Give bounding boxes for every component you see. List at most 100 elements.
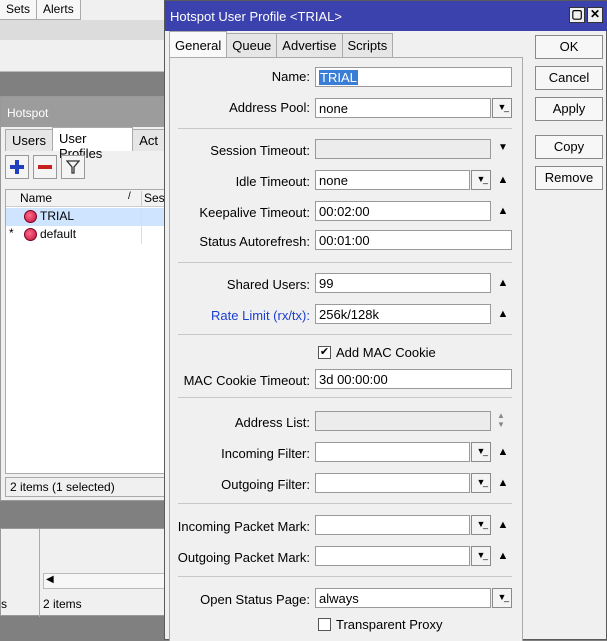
add-button[interactable]: [5, 155, 29, 179]
dialog-title[interactable]: Hotspot User Profile <TRIAL>: [165, 1, 607, 31]
column-name[interactable]: Name: [20, 191, 52, 205]
expand-down-icon[interactable]: ▼: [498, 142, 508, 153]
collapse-up-icon[interactable]: ▲: [496, 174, 510, 186]
idle-timeout-input[interactable]: none: [315, 170, 470, 190]
close-icon[interactable]: ✕: [587, 7, 603, 23]
collapse-up-icon[interactable]: ▲: [496, 277, 510, 289]
mac-cookie-timeout-label: MAC Cookie Timeout:: [183, 373, 310, 388]
list-item[interactable]: * default: [6, 226, 167, 244]
name-input[interactable]: TRIAL: [315, 67, 512, 87]
collapse-up-icon[interactable]: ▲: [496, 308, 510, 320]
hotspot-window-title[interactable]: Hotspot: [1, 97, 166, 127]
outgoing-filter-label: Outgoing Filter:: [221, 477, 310, 492]
copy-button[interactable]: Copy: [535, 135, 603, 159]
separator: [178, 576, 512, 577]
separator: [178, 503, 512, 504]
tab-user-profiles[interactable]: User Profiles: [51, 127, 134, 161]
hotspot-toolbar: [5, 155, 85, 185]
background-toolbar: [0, 20, 165, 40]
open-status-page-label: Open Status Page:: [200, 592, 310, 607]
transparent-proxy-label: Transparent Proxy: [336, 617, 443, 632]
collapse-up-icon[interactable]: ▲: [496, 477, 510, 489]
add-mac-cookie-label: Add MAC Cookie: [336, 345, 436, 360]
status-left: s: [1, 597, 7, 611]
tab-general[interactable]: General: [169, 31, 228, 57]
ok-button[interactable]: OK: [535, 35, 603, 59]
separator: [178, 128, 512, 129]
transparent-proxy-checkbox[interactable]: [318, 618, 331, 631]
incoming-packet-mark-input[interactable]: [315, 515, 470, 535]
outgoing-packet-mark-input[interactable]: [315, 546, 470, 566]
tab-active[interactable]: Act: [132, 129, 165, 151]
row-divider: [141, 208, 142, 226]
incoming-filter-label: Incoming Filter:: [221, 446, 310, 461]
outgoing-filter-dropdown-icon[interactable]: ▼̲: [471, 473, 491, 493]
row-marker: *: [9, 226, 14, 240]
profiles-list: Name / Sess TRIAL * default: [5, 189, 171, 474]
separator: [178, 334, 512, 335]
list-item[interactable]: TRIAL: [6, 208, 167, 226]
collapse-up-icon[interactable]: ▲: [496, 446, 510, 458]
filter-button[interactable]: [61, 155, 85, 179]
collapse-up-icon[interactable]: ▲: [496, 205, 510, 217]
cancel-button[interactable]: Cancel: [535, 66, 603, 90]
status-bar: 2 items (1 selected): [5, 477, 166, 497]
tab-users[interactable]: Users: [5, 129, 53, 151]
open-status-page-dropdown-icon[interactable]: ▼̲: [492, 588, 512, 608]
rate-limit-input[interactable]: 256k/128k: [315, 304, 491, 324]
row-name: TRIAL: [40, 209, 75, 223]
background-window: Sets Alerts: [0, 0, 165, 72]
outgoing-filter-input[interactable]: [315, 473, 470, 493]
background-tabs: Sets Alerts: [0, 0, 81, 20]
incoming-filter-input[interactable]: [315, 442, 470, 462]
session-timeout-label: Session Timeout:: [210, 143, 310, 158]
tab-sets[interactable]: Sets: [0, 0, 38, 20]
tab-alerts[interactable]: Alerts: [37, 0, 81, 20]
mac-cookie-timeout-input[interactable]: 3d 00:00:00: [315, 369, 512, 389]
minus-icon: [38, 165, 52, 169]
outgoing-packet-mark-dropdown-icon[interactable]: ▼̲: [471, 546, 491, 566]
status-autorefresh-input[interactable]: 00:01:00: [315, 230, 512, 250]
address-list-label: Address List:: [234, 415, 310, 430]
outgoing-packet-mark-label: Outgoing Packet Mark:: [177, 550, 310, 565]
apply-button[interactable]: Apply: [535, 97, 603, 121]
row-name: default: [40, 227, 77, 241]
address-pool-label: Address Pool:: [229, 100, 310, 115]
address-list-input[interactable]: [315, 411, 491, 431]
pane-divider: [39, 529, 40, 617]
up-down-icon[interactable]: ▲ ▼: [497, 411, 505, 429]
session-timeout-input[interactable]: [315, 139, 491, 159]
separator: [178, 397, 512, 398]
address-pool-dropdown-icon[interactable]: ▼̲: [492, 98, 512, 118]
name-label: Name:: [271, 69, 310, 84]
keepalive-timeout-input[interactable]: 00:02:00: [315, 201, 491, 221]
open-status-page-select[interactable]: always: [315, 588, 491, 608]
sort-icon: /: [128, 191, 131, 202]
dialog-tabs: General Queue Advertise Scripts: [169, 31, 394, 57]
restore-icon[interactable]: ▢: [569, 7, 585, 23]
hotspot-tabs: Users User Profiles Act: [5, 127, 165, 161]
shared-users-label: Shared Users:: [226, 277, 310, 292]
name-value: TRIAL: [319, 70, 358, 85]
tab-scripts[interactable]: Scripts: [341, 33, 394, 57]
remove-profile-button[interactable]: Remove: [535, 166, 603, 190]
incoming-filter-dropdown-icon[interactable]: ▼̲: [471, 442, 491, 462]
hotspot-window: Hotspot Users User Profiles Act Name / S…: [0, 96, 171, 501]
scroll-left-icon[interactable]: ◀: [46, 574, 54, 585]
collapse-up-icon[interactable]: ▲: [496, 550, 510, 562]
rate-limit-label: Rate Limit (rx/tx):: [211, 308, 310, 323]
funnel-icon: [66, 160, 80, 174]
idle-timeout-dropdown-icon[interactable]: ▼̲: [471, 170, 491, 190]
add-mac-cookie-checkbox[interactable]: ✔: [318, 346, 331, 359]
shared-users-input[interactable]: 99: [315, 273, 491, 293]
bottom-pane: ◀ s 2 items: [0, 528, 166, 617]
collapse-up-icon[interactable]: ▲: [496, 519, 510, 531]
tab-advertise[interactable]: Advertise: [276, 33, 343, 57]
user-profile-dialog: Hotspot User Profile <TRIAL> ▢ ✕ General…: [164, 0, 607, 641]
tab-queue[interactable]: Queue: [226, 33, 278, 57]
idle-timeout-label: Idle Timeout:: [235, 174, 310, 189]
address-pool-select[interactable]: none: [315, 98, 491, 118]
incoming-packet-mark-dropdown-icon[interactable]: ▼̲: [471, 515, 491, 535]
remove-button[interactable]: [33, 155, 57, 179]
horizontal-scrollbar[interactable]: ◀: [43, 573, 166, 589]
